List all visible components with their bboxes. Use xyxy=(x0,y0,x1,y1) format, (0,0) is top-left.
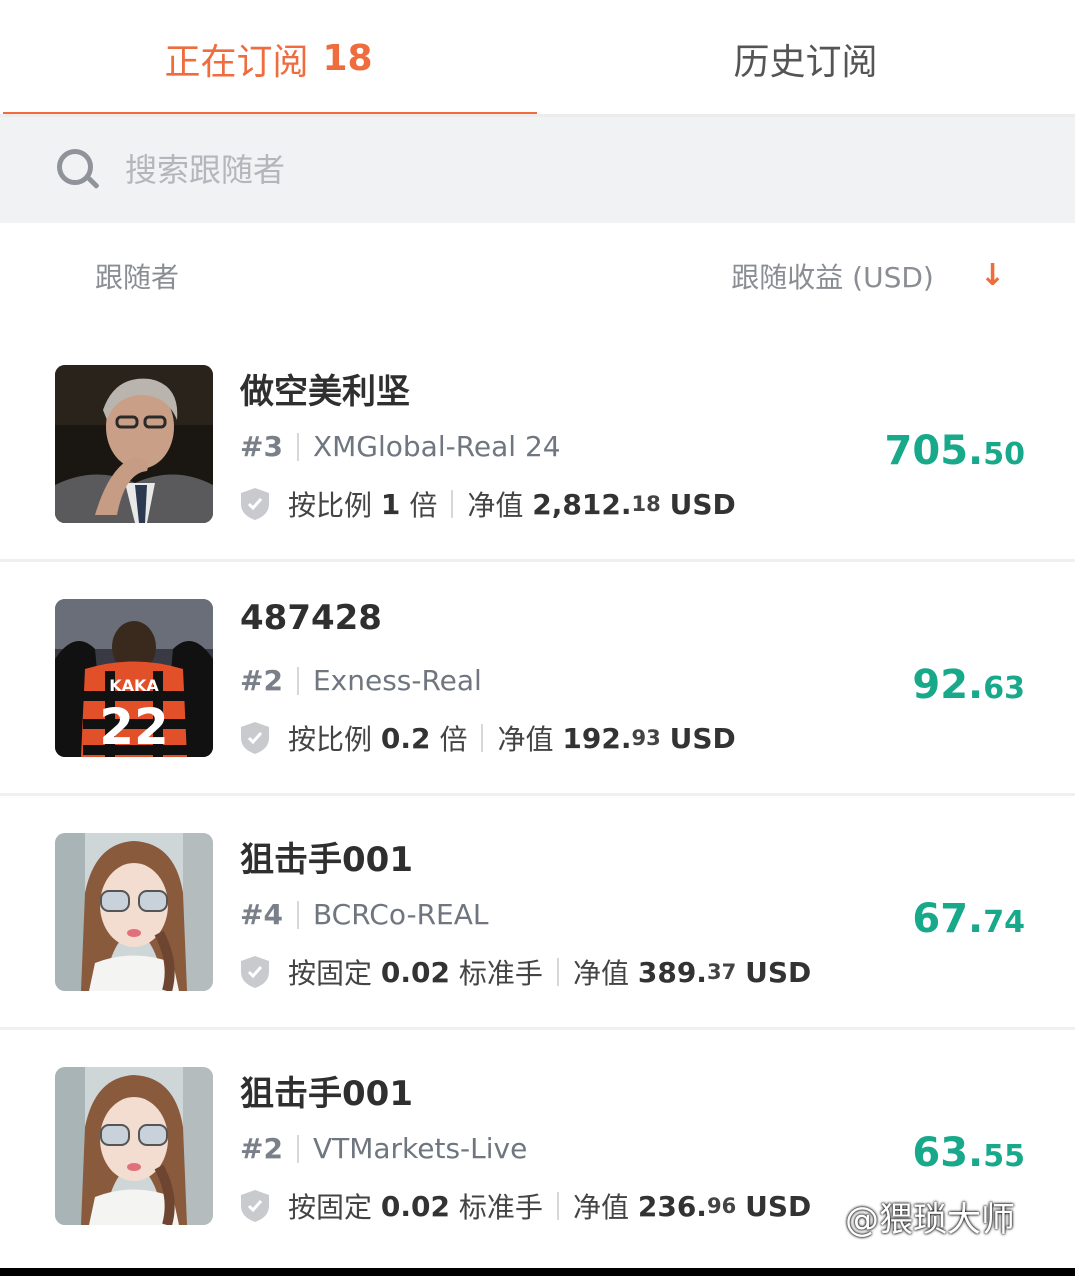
copy-mode-value: 1 xyxy=(380,487,401,521)
account-info: #2 VTMarkets-Live xyxy=(240,1132,527,1165)
search-icon xyxy=(55,147,101,193)
copy-mode: 按固定 xyxy=(288,957,373,990)
follow-profit: 67.74 xyxy=(912,896,1025,942)
copy-mode-unit: 倍 xyxy=(439,723,468,756)
watermark: @猥琐大师 xyxy=(845,1200,1015,1240)
copy-mode: 按比例 xyxy=(288,723,373,756)
avatar xyxy=(55,1067,213,1225)
profit-column-label: 跟随收益 (USD) xyxy=(731,260,934,294)
search-input[interactable] xyxy=(125,151,825,189)
rank-badge: #4 xyxy=(240,898,283,931)
copy-details: 按固定 0.02 标准手 净值 389. 37 USD xyxy=(240,952,811,992)
avatar xyxy=(55,365,213,523)
subscription-count: 18 xyxy=(322,38,373,79)
follower-name: 狙击手001 xyxy=(240,840,413,880)
follower-row[interactable]: 做空美利坚 #3 XMGlobal-Real 24 按比例 1 倍 净值 2,8… xyxy=(0,328,1075,562)
server-name: Exness-Real xyxy=(312,664,482,697)
account-info: #4 BCRCo-REAL xyxy=(240,898,489,931)
profit-decimal: 63 xyxy=(983,671,1025,706)
server-name: VTMarkets-Live xyxy=(312,1132,528,1165)
follow-profit: 92.63 xyxy=(912,662,1025,708)
tab-history-subscriptions[interactable]: 历史订阅 xyxy=(537,0,1074,117)
profit-decimal: 50 xyxy=(983,437,1025,472)
server-name: XMGlobal-Real 24 xyxy=(312,430,561,463)
account-info: #3 XMGlobal-Real 24 xyxy=(240,430,561,463)
profit-sort-toggle[interactable]: 跟随收益 (USD) ↓ xyxy=(731,256,1005,296)
equity-label: 净值 xyxy=(572,957,629,990)
tab-history-label: 历史订阅 xyxy=(733,41,878,83)
arrow-down-icon: ↓ xyxy=(979,258,1005,293)
copy-mode: 按固定 xyxy=(288,1191,373,1224)
equity-integer: 2,812. xyxy=(532,487,632,521)
search-bar xyxy=(0,117,1075,223)
follower-column-label: 跟随者 xyxy=(95,260,180,294)
avatar: KAKA 22 xyxy=(55,599,213,757)
shield-icon xyxy=(241,1190,269,1222)
equity-integer: 389. xyxy=(637,955,707,989)
profit-integer: 67. xyxy=(912,896,984,942)
rank-badge: #2 xyxy=(240,664,283,697)
account-info: #2 Exness-Real xyxy=(240,664,482,697)
shield-icon xyxy=(241,722,269,754)
profit-integer: 92. xyxy=(912,662,984,708)
equity-label: 净值 xyxy=(572,1191,629,1224)
tab-current-label: 正在订阅 xyxy=(164,41,309,83)
profit-decimal: 74 xyxy=(983,905,1025,940)
follower-name: 做空美利坚 xyxy=(240,372,410,412)
currency: USD xyxy=(669,721,736,755)
shield-icon xyxy=(241,488,269,520)
copy-details: 按固定 0.02 标准手 净值 236. 96 USD xyxy=(240,1186,811,1226)
follower-row[interactable]: KAKA 22 487428 #2 Exness-Real 按比例 0.2 倍 … xyxy=(0,562,1075,796)
follower-row[interactable]: 狙击手001 #4 BCRCo-REAL 按固定 0.02 标准手 净值 389… xyxy=(0,796,1075,1030)
divider xyxy=(451,490,454,518)
divider xyxy=(556,1192,559,1220)
tab-current-subscriptions[interactable]: 正在订阅 18 xyxy=(0,0,537,117)
shield-icon xyxy=(241,956,269,988)
currency: USD xyxy=(669,487,736,521)
equity-integer: 236. xyxy=(637,1189,707,1223)
rank-badge: #2 xyxy=(240,1132,283,1165)
divider xyxy=(296,666,299,695)
currency: USD xyxy=(745,955,812,989)
equity-label: 净值 xyxy=(497,723,554,756)
currency: USD xyxy=(745,1189,812,1223)
rank-badge: #3 xyxy=(240,430,283,463)
svg-text:22: 22 xyxy=(99,698,169,756)
divider xyxy=(481,724,484,752)
follower-name: 狙击手001 xyxy=(240,1074,413,1114)
copy-details: 按比例 0.2 倍 净值 192. 93 USD xyxy=(240,718,736,758)
equity-label: 净值 xyxy=(467,489,524,522)
profit-integer: 63. xyxy=(912,1130,984,1176)
divider xyxy=(556,958,559,986)
equity-decimal: 18 xyxy=(631,492,661,516)
equity-integer: 192. xyxy=(562,721,632,755)
subscription-tabs: 正在订阅 18 历史订阅 xyxy=(0,0,1075,117)
equity-decimal: 93 xyxy=(631,726,661,750)
equity-decimal: 37 xyxy=(706,960,737,984)
server-name: BCRCo-REAL xyxy=(312,898,489,931)
divider xyxy=(296,1134,299,1163)
avatar xyxy=(55,833,213,991)
list-header: 跟随者 跟随收益 (USD) ↓ xyxy=(0,223,1075,328)
follow-profit: 63.55 xyxy=(912,1130,1025,1176)
bottom-edge xyxy=(0,1268,1075,1276)
divider xyxy=(296,900,299,929)
copy-details: 按比例 1 倍 净值 2,812. 18 USD xyxy=(240,484,736,524)
divider xyxy=(296,432,299,461)
copy-mode-value: 0.02 xyxy=(380,1189,451,1223)
copy-mode-value: 0.2 xyxy=(380,721,431,755)
equity-decimal: 96 xyxy=(706,1194,737,1218)
copy-mode-unit: 倍 xyxy=(409,489,438,522)
follower-name: 487428 xyxy=(240,598,382,638)
copy-mode-value: 0.02 xyxy=(380,955,451,989)
copy-mode-unit: 标准手 xyxy=(458,957,543,990)
svg-text:KAKA: KAKA xyxy=(109,676,159,695)
follow-profit: 705.50 xyxy=(885,428,1025,474)
copy-mode: 按比例 xyxy=(288,489,373,522)
profit-decimal: 55 xyxy=(983,1139,1025,1174)
copy-mode-unit: 标准手 xyxy=(458,1191,543,1224)
profit-integer: 705. xyxy=(884,428,984,474)
